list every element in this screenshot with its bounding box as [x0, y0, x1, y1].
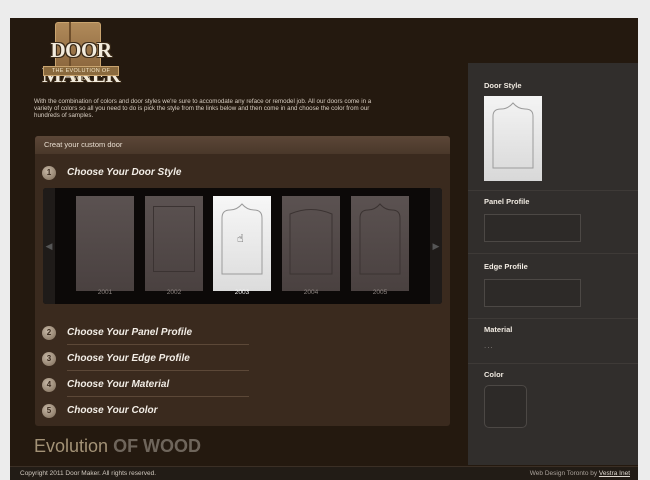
carousel-next-arrow[interactable]: ▶ [430, 188, 442, 304]
carousel-prev-arrow[interactable]: ◀ [43, 188, 55, 304]
cathedral-arch-door-icon [492, 102, 534, 169]
door-builder-panel: Creat your custom door 1 Choose Your Doo… [35, 136, 450, 426]
door-style-2003[interactable]: ☝ 2003 [213, 196, 271, 296]
divider [67, 344, 249, 345]
door-style-2002[interactable]: 2002 [145, 196, 203, 296]
logo-tagline: THE EVOLUTION OF WOOD [43, 66, 119, 82]
step-label: Choose Your Door Style [67, 167, 182, 178]
intro-text: With the combination of colors and door … [34, 98, 372, 119]
door-code: 2003 [234, 289, 250, 296]
door-style-2004[interactable]: 2004 [282, 196, 340, 296]
step-number: 3 [42, 352, 56, 366]
door-style-2005[interactable]: 2005 [351, 196, 409, 296]
divider [67, 396, 249, 397]
square-panel-door-icon [153, 206, 195, 272]
divider [468, 253, 638, 254]
copyright-text: Copyright 2011 Door Maker. All rights re… [20, 470, 157, 477]
edge-profile-heading: Edge Profile [484, 262, 528, 271]
step-label: Choose Your Panel Profile [67, 327, 193, 338]
door-style-preview [484, 96, 542, 181]
step-number: 1 [42, 166, 56, 180]
builder-header: Creat your custom door [35, 136, 450, 154]
edge-profile-preview [484, 279, 581, 307]
door-style-2001[interactable]: 2001 [76, 196, 134, 296]
divider [67, 370, 249, 371]
evolution-of-wood-heading: Evolution OF WOOD [34, 436, 202, 456]
page: DOOR MAKER THE EVOLUTION OF WOOD With th… [10, 18, 638, 480]
divider [468, 190, 638, 191]
shallow-arch-door-icon [289, 209, 333, 275]
step-number: 5 [42, 404, 56, 418]
footer: Copyright 2011 Door Maker. All rights re… [10, 466, 638, 480]
door-code: 2002 [166, 289, 182, 296]
step-number: 4 [42, 378, 56, 392]
hand-cursor-icon: ☝ [237, 233, 244, 245]
door-style-carousel: ◀ ▶ 2001 2002 ☝ 2003 2004 2005 [43, 188, 442, 304]
material-value: ... [484, 341, 494, 350]
door-code: 2005 [372, 289, 388, 296]
material-heading: Material [484, 325, 513, 334]
color-heading: Color [484, 370, 504, 379]
panel-profile-heading: Panel Profile [484, 197, 530, 206]
step-number: 2 [42, 326, 56, 340]
credit-text: Web Design Toronto by Vestra Inet [529, 470, 630, 477]
credit-link[interactable]: Vestra Inet [599, 470, 630, 477]
step-label: Choose Your Edge Profile [67, 353, 190, 364]
divider [468, 318, 638, 319]
door-code: 2001 [97, 289, 113, 296]
panel-profile-preview [484, 214, 581, 242]
step-label: Choose Your Material [67, 379, 170, 390]
door-maker-logo[interactable]: DOOR MAKER THE EVOLUTION OF WOOD [33, 22, 129, 87]
color-swatch-preview [484, 385, 527, 428]
door-style-heading: Door Style [484, 81, 522, 90]
selection-summary-sidebar: Door Style Panel Profile Edge Profile Ma… [468, 63, 638, 465]
door-code: 2004 [303, 289, 319, 296]
divider [468, 363, 638, 364]
cathedral-arch-door-icon [359, 203, 401, 275]
step-label: Choose Your Color [67, 405, 158, 416]
